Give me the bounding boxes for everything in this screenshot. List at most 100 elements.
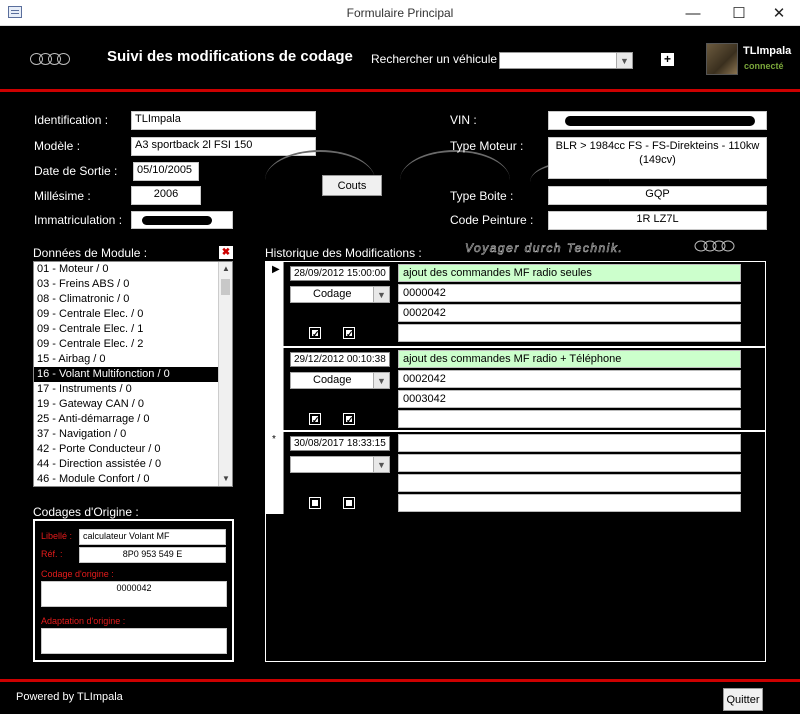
history-record: ▶ 28/09/2012 15:00:00 Codage ▼ ✓ ✓ ajout des c… <box>266 262 765 346</box>
add-vehicle-button[interactable]: + <box>661 53 674 66</box>
type-boite-field[interactable]: GQP <box>548 186 767 205</box>
module-list-item[interactable]: 16 - Volant Multifonction / 0 <box>34 367 232 382</box>
adaptation-origine-label: Adaptation d'origine : <box>41 616 126 626</box>
record-selector[interactable]: * <box>266 432 284 514</box>
record-old-value-field[interactable] <box>398 454 741 472</box>
record-date-field[interactable]: 29/12/2012 00:10:38 <box>290 352 390 367</box>
module-list-item[interactable]: 09 - Centrale Elec. / 1 <box>34 322 232 337</box>
chevron-down-icon[interactable]: ▼ <box>373 287 389 302</box>
record-extra-field[interactable] <box>398 494 741 512</box>
record-type-combo[interactable]: Codage ▼ <box>290 286 390 303</box>
libelle-label: Libellé : <box>41 531 73 541</box>
modele-label: Modèle : <box>34 139 81 153</box>
module-list[interactable]: 01 - Moteur / 0 03 - Freins ABS / 0 08 - C… <box>33 261 233 487</box>
quit-button[interactable]: Quitter <box>723 688 763 711</box>
redaction-mark <box>142 216 212 225</box>
couts-button[interactable]: Couts <box>322 175 382 196</box>
date-sortie-field[interactable]: 05/10/2005 <box>133 162 199 181</box>
footer: Powered by TLImpala Quitter <box>0 679 800 714</box>
record-new-value-field[interactable]: 0003042 <box>398 390 741 408</box>
origin-panel: Libellé : calculateur Volant MF Réf. : 8… <box>33 519 234 662</box>
module-list-scrollbar[interactable]: ▲ ▼ <box>218 262 232 486</box>
record-checkbox-1[interactable] <box>309 497 321 509</box>
identification-field[interactable]: TLImpala <box>131 111 316 130</box>
vin-field[interactable] <box>548 111 767 130</box>
record-type-combo[interactable]: ▼ <box>290 456 390 473</box>
record-extra-field[interactable] <box>398 324 741 342</box>
module-list-item[interactable]: 44 - Direction assistée / 0 <box>34 457 232 472</box>
ref-field[interactable]: 8P0 953 549 E <box>79 547 226 563</box>
audi-rings-logo <box>30 53 72 65</box>
module-list-item[interactable]: 09 - Centrale Elec. / 0 <box>34 307 232 322</box>
footer-credit: Powered by TLImpala <box>16 691 123 703</box>
code-peinture-field[interactable]: 1R LZ7L <box>548 211 767 230</box>
audi-slogan-banner: Voyager durch Technik. <box>465 240 735 255</box>
search-label: Rechercher un véhicule : <box>371 52 504 66</box>
module-list-item[interactable]: 25 - Anti-démarrage / 0 <box>34 412 232 427</box>
date-sortie-label: Date de Sortie : <box>34 164 118 178</box>
record-checkbox-1[interactable]: ✓ <box>309 327 321 339</box>
record-old-value-field[interactable]: 0002042 <box>398 370 741 388</box>
module-list-item[interactable]: 09 - Centrale Elec. / 2 <box>34 337 232 352</box>
record-description-field[interactable]: ajout des commandes MF radio + Téléphone <box>398 350 741 368</box>
vehicle-search-combo[interactable]: ▼ <box>499 52 633 69</box>
record-date-field[interactable]: 28/09/2012 15:00:00 <box>290 266 390 281</box>
type-boite-label: Type Boite : <box>450 189 514 203</box>
type-moteur-label: Type Moteur : <box>450 139 524 153</box>
chevron-down-icon[interactable]: ▼ <box>373 373 389 388</box>
record-checkbox-1[interactable]: ✓ <box>309 413 321 425</box>
page-title: Suivi des modifications de codage <box>107 48 353 65</box>
module-list-item[interactable]: 46 - Module Confort / 0 <box>34 472 232 486</box>
scroll-up-icon[interactable]: ▲ <box>219 262 232 276</box>
record-marker: * <box>272 434 276 445</box>
modules-label: Données de Module : <box>33 246 148 260</box>
avatar <box>706 43 738 75</box>
chevron-down-icon[interactable]: ▼ <box>616 53 632 68</box>
history-record: 29/12/2012 00:10:38 Codage ▼ ✓ ✓ ajout des co… <box>266 346 765 430</box>
record-description-field[interactable] <box>398 434 741 452</box>
chevron-down-icon[interactable]: ▼ <box>373 457 389 472</box>
module-list-item[interactable]: 19 - Gateway CAN / 0 <box>34 397 232 412</box>
module-list-item[interactable]: 08 - Climatronic / 0 <box>34 292 232 307</box>
record-type-value: Codage <box>313 374 352 386</box>
libelle-field[interactable]: calculateur Volant MF <box>79 529 226 545</box>
adaptation-origine-field[interactable] <box>41 628 227 654</box>
origin-label: Codages d'Origine : <box>33 505 139 519</box>
modele-field[interactable]: A3 sportback 2l FSI 150 <box>131 137 316 156</box>
record-new-value-field[interactable] <box>398 474 741 492</box>
module-list-item[interactable]: 15 - Airbag / 0 <box>34 352 232 367</box>
record-checkbox-2[interactable] <box>343 497 355 509</box>
ref-label: Réf. : <box>41 549 63 559</box>
record-selector[interactable] <box>266 348 284 430</box>
record-extra-field[interactable] <box>398 410 741 428</box>
record-type-value: Codage <box>313 288 352 300</box>
record-old-value-field[interactable]: 0000042 <box>398 284 741 302</box>
record-checkbox-2[interactable]: ✓ <box>343 327 355 339</box>
immatriculation-field[interactable] <box>131 211 233 229</box>
scroll-thumb[interactable] <box>221 279 230 295</box>
user-status: connecté <box>744 61 784 71</box>
module-list-item[interactable]: 42 - Porte Conducteur / 0 <box>34 442 232 457</box>
record-new-value-field[interactable]: 0002042 <box>398 304 741 322</box>
module-list-item[interactable]: 03 - Freins ABS / 0 <box>34 277 232 292</box>
identification-label: Identification : <box>34 113 109 127</box>
record-type-combo[interactable]: Codage ▼ <box>290 372 390 389</box>
record-checkbox-2[interactable]: ✓ <box>343 413 355 425</box>
clear-filter-icon[interactable]: ✖ <box>219 246 233 259</box>
millesime-field[interactable]: 2006 <box>131 186 201 205</box>
module-list-item[interactable]: 37 - Navigation / 0 <box>34 427 232 442</box>
record-selector[interactable]: ▶ <box>266 262 284 346</box>
app-header: Suivi des modifications de codage Recher… <box>0 26 800 92</box>
close-button[interactable]: ✕ <box>756 0 800 26</box>
history-subform: ▶ 28/09/2012 15:00:00 Codage ▼ ✓ ✓ ajout des c… <box>265 261 766 662</box>
minimize-button[interactable]: — <box>670 0 716 26</box>
type-moteur-field[interactable]: BLR > 1984cc FS - FS-Direkteins - 110kw … <box>548 137 767 179</box>
codage-origine-field[interactable]: 0000042 <box>41 581 227 607</box>
vin-label: VIN : <box>450 113 477 127</box>
record-description-field[interactable]: ajout des commandes MF radio seules <box>398 264 741 282</box>
scroll-down-icon[interactable]: ▼ <box>219 472 232 486</box>
module-list-item[interactable]: 01 - Moteur / 0 <box>34 262 232 277</box>
millesime-label: Millésime : <box>34 189 91 203</box>
module-list-item[interactable]: 17 - Instruments / 0 <box>34 382 232 397</box>
record-date-field[interactable]: 30/08/2017 18:33:15 <box>290 436 390 451</box>
